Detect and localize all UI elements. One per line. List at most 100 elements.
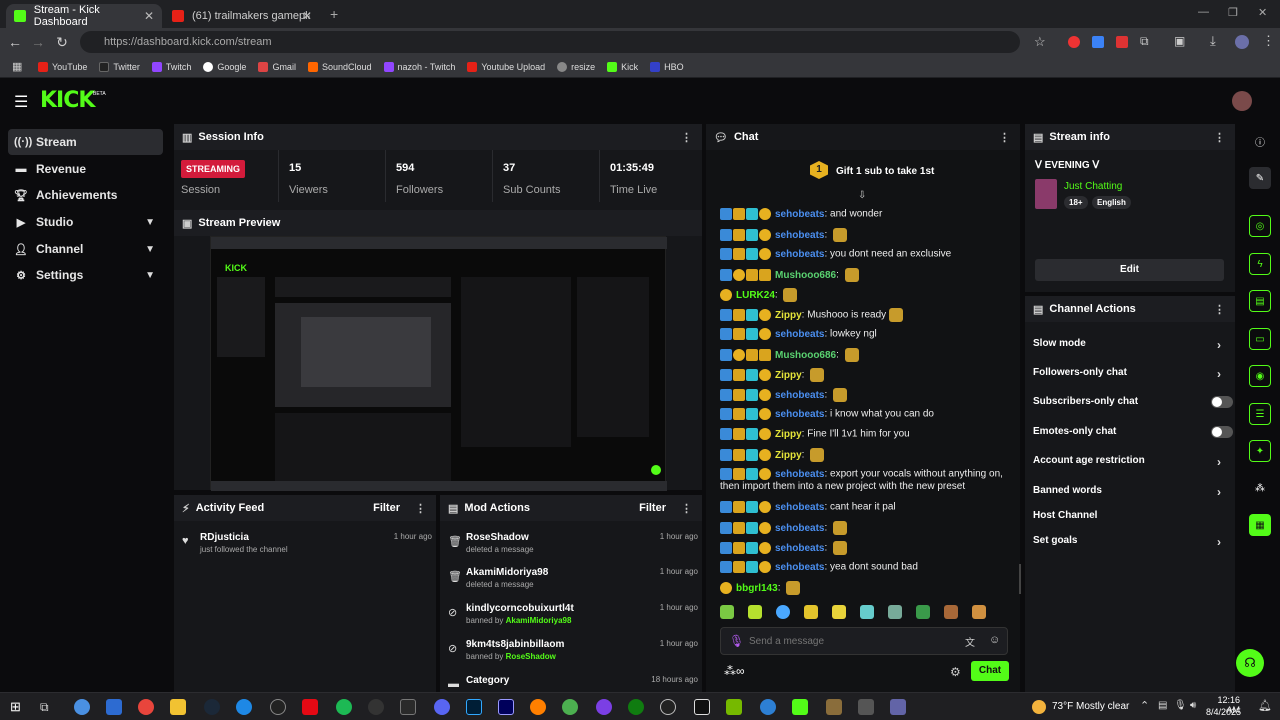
emote-icon[interactable] [916,605,930,619]
close-icon[interactable]: ✕ [144,9,154,23]
chat-username[interactable]: sehobeats [775,230,824,241]
filter-button[interactable]: Filter [373,502,400,514]
nvidia-icon[interactable] [726,699,742,715]
action-host-channel[interactable]: Host Channel [1033,510,1233,521]
app-icon[interactable] [694,699,710,715]
emote-icon[interactable] [804,605,818,619]
kebab-menu-icon[interactable]: ⋮ [415,502,426,515]
bookmark-resize[interactable]: resize [557,61,595,72]
moderator-name[interactable]: AkamiMidoriya98 [506,616,572,625]
bookmark-youtube[interactable]: YouTube [38,61,87,72]
bookmark-soundcloud[interactable]: SoundCloud [307,61,372,72]
reload-icon[interactable]: ↻ [50,30,74,54]
edge-icon[interactable] [236,699,252,715]
emote-icon[interactable] [833,521,848,535]
tab-kick-dashboard[interactable]: Stream - Kick Dashboard ✕ [6,4,162,28]
apps-grid-icon[interactable]: ▦ [12,60,22,73]
action-slow-mode[interactable]: Slow mode › [1033,338,1233,352]
media-icon[interactable]: ▣ [1174,34,1185,48]
edit-button[interactable]: Edit [1035,259,1224,281]
tray-chevron-icon[interactable]: ⌃ [1140,699,1149,712]
new-tab-icon[interactable]: + [330,6,338,22]
broadcast-icon[interactable]: ◉ [1249,365,1271,387]
chat-username[interactable]: Mushooo686 [775,270,836,281]
chat-username[interactable]: sehobeats [775,469,824,480]
premiere-icon[interactable] [498,699,514,715]
chat-username[interactable]: sehobeats [775,390,824,401]
bookmark-youtube-upload[interactable]: Youtube Upload [467,61,545,72]
category-thumbnail[interactable] [1035,179,1057,209]
action-banned-words[interactable]: Banned words › [1033,485,1233,499]
kick-points-icon[interactable]: ⁂∞ [724,664,745,678]
sidebar-item-settings[interactable]: ⚙ Settings ▼ [8,262,163,288]
emote-icon[interactable] [844,348,859,362]
bookmark-star-icon[interactable]: ☆ [1034,34,1046,50]
app-icon[interactable] [858,699,874,715]
heart-emote-icon[interactable] [776,605,790,619]
emote-icon[interactable] [844,268,859,282]
epic-games-icon[interactable] [400,699,416,715]
bookmark-kick[interactable]: Kick [607,61,638,72]
store-icon[interactable] [106,699,122,715]
fl-studio-icon[interactable] [530,699,546,715]
chat-scrollbar[interactable] [1019,564,1021,594]
chat-username[interactable]: Mushooo686 [775,350,836,361]
close-icon[interactable]: ✕ [302,9,312,23]
tab-youtube[interactable]: (61) trailmakers gameplay - You ✕ [164,4,320,28]
moderator-name[interactable]: RoseShadow [506,652,556,661]
emote-icon[interactable] [786,581,801,595]
chat-username[interactable]: LURK24 [736,290,775,301]
app-icon[interactable] [760,699,776,715]
netflix-icon[interactable] [302,699,318,715]
chat-username[interactable]: Zippy [775,450,802,461]
forward-icon[interactable]: → [26,30,50,54]
sidebar-item-studio[interactable]: ▶ Studio ▼ [8,209,163,235]
kebab-menu-icon[interactable]: ⋮ [681,502,692,515]
emote-icon[interactable] [783,288,798,302]
xbox-icon[interactable] [628,699,644,715]
kebab-menu-icon[interactable]: ⋮ [1214,131,1225,144]
back-icon[interactable]: ← [3,30,27,54]
chat-username[interactable]: sehobeats [775,502,824,513]
notes-icon[interactable]: ▤ [1249,290,1271,312]
emote-icon[interactable] [748,605,762,619]
lightning-icon[interactable]: ϟ [1249,253,1271,275]
extension-icon[interactable] [1068,36,1080,48]
app-icon[interactable] [270,699,286,715]
extension-icon[interactable] [1092,36,1104,48]
pencil-icon[interactable]: ✎ [1249,167,1271,189]
address-bar[interactable]: https://dashboard.kick.com/stream [80,31,1020,53]
extensions-icon[interactable]: ⧉ [1140,34,1149,49]
bookmark-twitter[interactable]: Twitter [99,61,140,72]
emote-icon[interactable] [833,228,848,242]
gear-icon[interactable]: ⚙ [950,665,961,679]
obs-icon[interactable] [368,699,384,715]
emote-icon[interactable] [720,605,734,619]
emote-icon[interactable] [833,388,848,402]
weather-desc[interactable]: Mostly clear [1076,701,1129,712]
emote-icon[interactable] [972,605,986,619]
app-icon[interactable] [890,699,906,715]
emote-icon[interactable] [810,448,825,462]
layers-icon[interactable]: ☰ [1249,403,1271,425]
emote-icon[interactable] [889,308,904,322]
download-icon[interactable]: ⤓ [1210,33,1216,49]
sidebar-item-achievements[interactable]: 🏆︎ Achievements [8,182,163,208]
notification-bell-icon[interactable]: 🔔︎ [1258,699,1272,712]
app-icon[interactable] [660,699,676,715]
chat-username[interactable]: Zippy [775,370,802,381]
chat-username[interactable]: bbgrl143 [736,583,778,594]
stream-preview-video[interactable]: KICK [210,236,667,491]
bookmark-hbo[interactable]: HBO [650,61,684,72]
bookmark-gmail[interactable]: Gmail [258,61,296,72]
kick-icon[interactable] [792,699,808,715]
copilot-icon[interactable] [74,699,90,715]
minimize-icon[interactable]: — [1198,6,1209,18]
action-set-goals[interactable]: Set goals › [1033,535,1233,549]
clapperboard-icon[interactable]: ▦ [1249,514,1271,536]
bookmark-twitch[interactable]: Twitch [151,61,191,72]
microphone-icon[interactable]: 🎙︎ [729,634,744,648]
sidebar-item-revenue[interactable]: ▬ Revenue [8,156,163,182]
send-chat-button[interactable]: Chat [971,661,1009,681]
info-icon[interactable]: ⓘ [1249,130,1271,152]
